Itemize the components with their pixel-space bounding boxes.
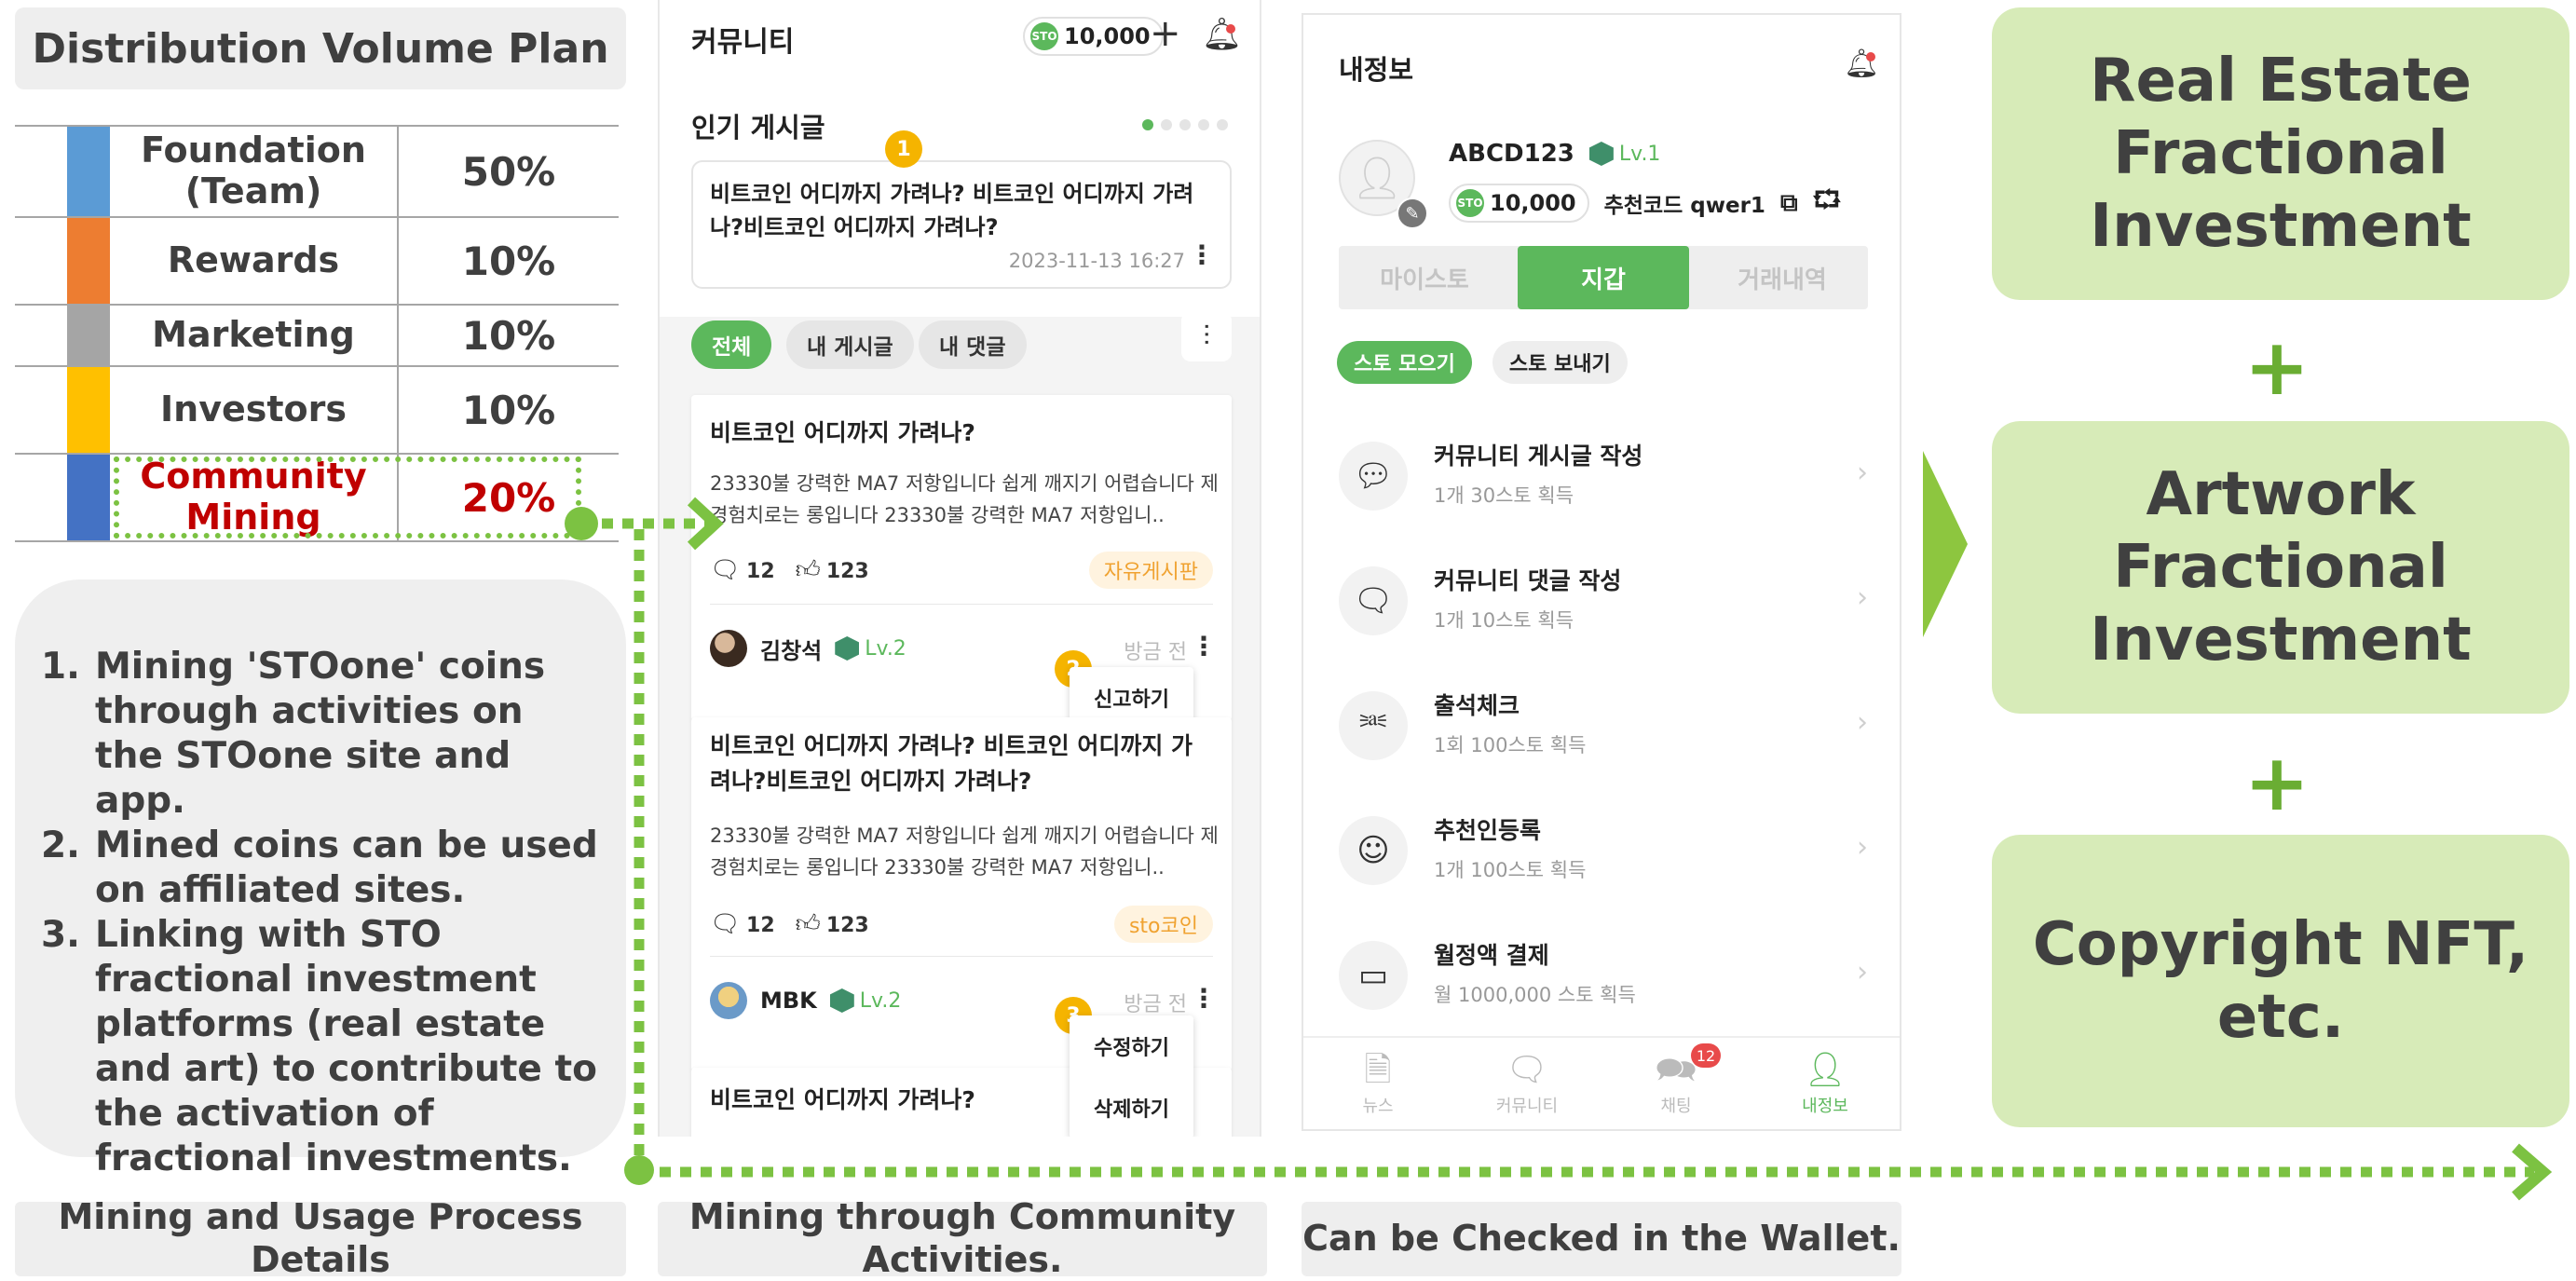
connector-lines: [565, 497, 2553, 1201]
